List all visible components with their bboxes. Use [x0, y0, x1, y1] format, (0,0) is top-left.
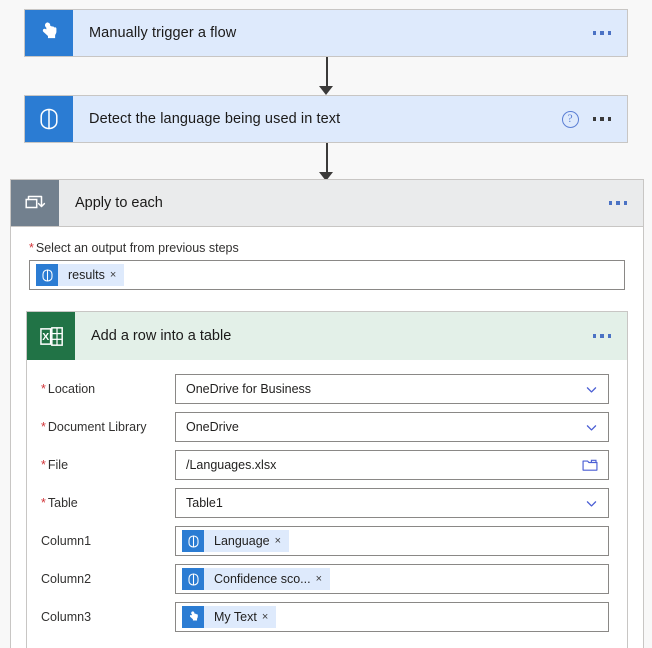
form-row-document-library: * Document Library OneDrive: [27, 408, 627, 446]
dynamic-content-chip[interactable]: Confidence sco... ×: [182, 568, 331, 590]
location-dropdown[interactable]: OneDrive for Business: [175, 374, 609, 404]
scope-title: Apply to each: [75, 195, 163, 211]
chevron-down-icon[interactable]: [585, 497, 598, 510]
scope-actions: [607, 180, 644, 226]
form-row-column2: Column2 Confidence sco... ×: [27, 560, 627, 598]
field-label-file: * File: [41, 458, 69, 472]
form-row-location: * Location OneDrive for Business: [27, 370, 627, 408]
excel-icon: X: [27, 312, 75, 360]
detect-language-more-menu-icon[interactable]: [591, 113, 614, 125]
flow-card-trigger[interactable]: Manually trigger a flow: [24, 9, 628, 57]
excel-card-header[interactable]: X Add a row into a table: [27, 312, 627, 360]
chip-remove-icon[interactable]: ×: [110, 269, 124, 281]
dynamic-content-chip[interactable]: Language ×: [182, 530, 290, 552]
flow-designer-canvas: Manually trigger a flow Detect the langu…: [0, 0, 652, 648]
flow-card-actions: [591, 10, 628, 56]
connector-line-2: [326, 143, 328, 175]
dynamic-content-chip[interactable]: results ×: [36, 264, 125, 286]
required-asterisk: *: [41, 458, 46, 472]
scope-header[interactable]: Apply to each: [10, 179, 644, 227]
scope-input-field[interactable]: results ×: [29, 260, 625, 290]
column2-input[interactable]: Confidence sco... ×: [175, 564, 609, 594]
column1-input[interactable]: Language ×: [175, 526, 609, 556]
field-label-column3: Column3: [41, 610, 92, 624]
form-row-file: * File /Languages.xlsx: [27, 446, 627, 484]
excel-more-menu-icon[interactable]: [591, 330, 614, 342]
file-picker-field[interactable]: /Languages.xlsx: [175, 450, 609, 480]
file-value: /Languages.xlsx: [186, 458, 277, 472]
scope-input-label: * Select an output from previous steps: [29, 241, 239, 255]
text-analytics-brain-icon: [182, 530, 204, 552]
chip-remove-icon[interactable]: ×: [316, 573, 330, 585]
hand-tap-icon: [25, 10, 73, 56]
svg-text:X: X: [42, 331, 49, 342]
flow-card-title: Detect the language being used in text: [89, 111, 341, 127]
form-row-column3: Column3 My Text ×: [27, 598, 627, 636]
text-analytics-brain-icon: [182, 568, 204, 590]
chip-label: Confidence sco...: [214, 572, 311, 586]
field-label-document-library: * Document Library: [41, 420, 147, 434]
excel-card-title: Add a row into a table: [91, 328, 232, 344]
folder-icon[interactable]: [582, 458, 598, 472]
flow-card-actions: ?: [561, 96, 628, 142]
chip-remove-icon[interactable]: ×: [275, 535, 289, 547]
document-library-value: OneDrive: [186, 420, 239, 434]
column3-input[interactable]: My Text ×: [175, 602, 609, 632]
chevron-down-icon[interactable]: [585, 421, 598, 434]
excel-card-body: * Location OneDrive for Business * Documen…: [27, 360, 627, 648]
chip-label: Language: [214, 534, 270, 548]
text-analytics-brain-icon: [25, 96, 73, 142]
field-label-location: * Location: [41, 382, 96, 396]
trigger-more-menu-icon[interactable]: [591, 27, 614, 39]
field-label-table: * Table: [41, 496, 78, 510]
chip-label: My Text: [214, 610, 257, 624]
hand-tap-icon: [182, 606, 204, 628]
connector-line-1: [326, 57, 328, 89]
scope-body: * Select an output from previous steps re…: [11, 227, 643, 290]
flow-card-title: Manually trigger a flow: [89, 25, 237, 41]
required-asterisk: *: [29, 241, 34, 255]
flow-card-add-row-into-table[interactable]: X Add a row into a table * Location OneD…: [26, 311, 628, 648]
excel-card-actions: [591, 312, 628, 360]
field-label-column1: Column1: [41, 534, 92, 548]
loop-foreach-icon: [11, 180, 59, 226]
dynamic-content-chip[interactable]: My Text ×: [182, 606, 277, 628]
document-library-dropdown[interactable]: OneDrive: [175, 412, 609, 442]
required-asterisk: *: [41, 382, 46, 396]
table-dropdown[interactable]: Table1: [175, 488, 609, 518]
required-asterisk: *: [41, 496, 46, 510]
connector-arrow-1: [319, 86, 333, 95]
required-asterisk: *: [41, 420, 46, 434]
chevron-down-icon[interactable]: [585, 383, 598, 396]
form-row-column1: Column1 Language ×: [27, 522, 627, 560]
scope-more-menu-icon[interactable]: [607, 197, 630, 209]
help-icon[interactable]: ?: [561, 110, 579, 128]
form-row-table: * Table Table1: [27, 484, 627, 522]
chip-label: results: [68, 268, 105, 282]
chip-remove-icon[interactable]: ×: [262, 611, 276, 623]
text-analytics-brain-icon: [36, 264, 58, 286]
field-label-column2: Column2: [41, 572, 92, 586]
flow-card-detect-language[interactable]: Detect the language being used in text ?: [24, 95, 628, 143]
table-value: Table1: [186, 496, 223, 510]
location-value: OneDrive for Business: [186, 382, 312, 396]
